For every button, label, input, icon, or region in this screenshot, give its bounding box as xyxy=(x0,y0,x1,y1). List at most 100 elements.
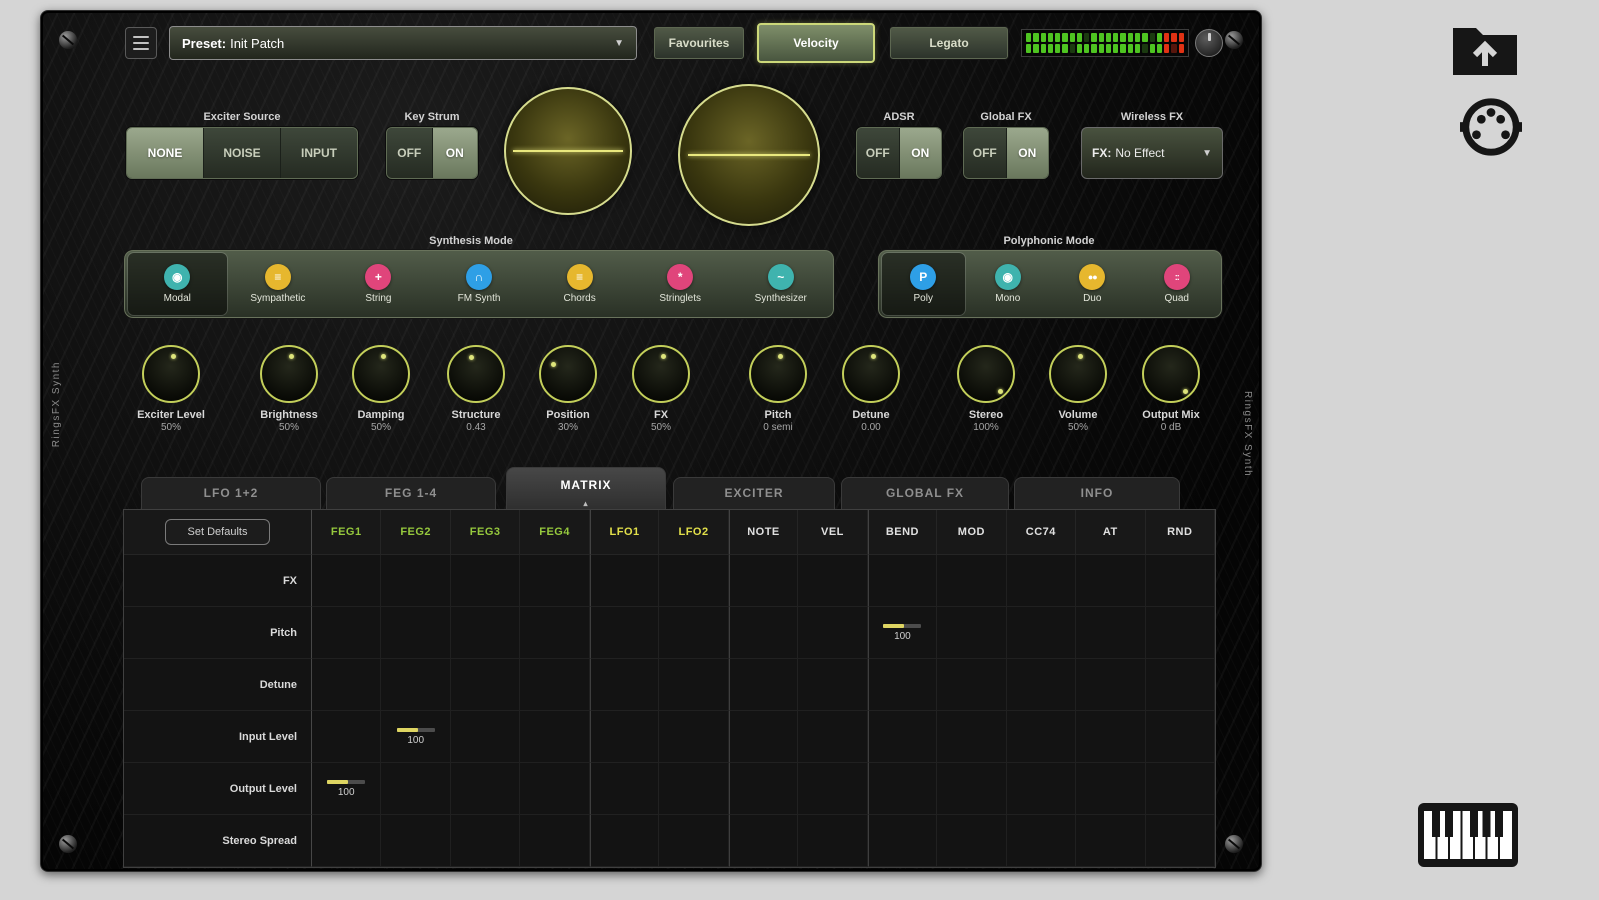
matrix-cell-pitch-feg1[interactable] xyxy=(312,607,382,659)
synthesis-mode-string[interactable]: + String xyxy=(329,253,428,315)
menu-button[interactable] xyxy=(125,27,157,59)
matrix-cell-pitch-lfo1[interactable] xyxy=(589,607,660,659)
matrix-cell-input-level-bend[interactable] xyxy=(867,711,938,763)
matrix-cell-output-level-feg2[interactable] xyxy=(381,763,451,815)
tab-lfo-1-2[interactable]: LFO 1+2 xyxy=(141,477,321,509)
matrix-cell-input-level-cc74[interactable] xyxy=(1006,711,1077,763)
matrix-cell-stereo-spread-vel[interactable] xyxy=(798,815,868,867)
knob-position[interactable]: Position 30% xyxy=(520,345,616,433)
matrix-cell-detune-lfo1[interactable] xyxy=(589,659,660,711)
matrix-cell-input-level-lfo1[interactable] xyxy=(589,711,660,763)
matrix-cell-output-level-rnd[interactable] xyxy=(1145,763,1215,815)
matrix-cell-fx-bend[interactable] xyxy=(867,555,938,607)
midi-din-icon[interactable] xyxy=(1460,96,1522,158)
matrix-cell-input-level-lfo2[interactable] xyxy=(659,711,729,763)
polyphonic-mode-mono[interactable]: ◉ Mono xyxy=(967,253,1050,315)
knob-output-mix[interactable]: Output Mix 0 dB xyxy=(1123,345,1219,433)
matrix-cell-stereo-spread-bend[interactable] xyxy=(867,815,938,867)
matrix-cell-stereo-spread-feg4[interactable] xyxy=(520,815,590,867)
matrix-cell-input-level-rnd[interactable] xyxy=(1145,711,1215,763)
matrix-cell-fx-mod[interactable] xyxy=(937,555,1007,607)
polyphonic-mode-quad[interactable]: :: Quad xyxy=(1136,253,1219,315)
matrix-cell-fx-lfo2[interactable] xyxy=(659,555,729,607)
matrix-cell-fx-feg1[interactable] xyxy=(312,555,382,607)
folder-import-icon[interactable] xyxy=(1450,20,1520,78)
master-mini-knob[interactable] xyxy=(1195,29,1223,57)
xy-pad-right[interactable] xyxy=(678,84,820,226)
matrix-cell-stereo-spread-note[interactable] xyxy=(728,815,799,867)
matrix-cell-detune-note[interactable] xyxy=(728,659,799,711)
matrix-cell-output-level-bend[interactable] xyxy=(867,763,938,815)
matrix-cell-fx-at[interactable] xyxy=(1076,555,1146,607)
matrix-cell-detune-feg2[interactable] xyxy=(381,659,451,711)
matrix-cell-detune-rnd[interactable] xyxy=(1145,659,1215,711)
velocity-button[interactable]: Velocity xyxy=(757,23,875,63)
matrix-cell-detune-feg4[interactable] xyxy=(520,659,590,711)
matrix-cell-input-level-note[interactable] xyxy=(728,711,799,763)
matrix-cell-stereo-spread-feg1[interactable] xyxy=(312,815,382,867)
knob-damping[interactable]: Damping 50% xyxy=(333,345,429,433)
matrix-cell-pitch-rnd[interactable] xyxy=(1145,607,1215,659)
adsr-option-off[interactable]: OFF xyxy=(857,128,900,178)
exciter-source-option-none[interactable]: NONE xyxy=(127,128,204,178)
tab-global-fx[interactable]: GLOBAL FX xyxy=(841,477,1009,509)
legato-button[interactable]: Legato xyxy=(889,26,1009,60)
synthesis-mode-modal[interactable]: ◉ Modal xyxy=(128,253,227,315)
matrix-cell-detune-vel[interactable] xyxy=(798,659,868,711)
synthesis-mode-sympathetic[interactable]: ≡ Sympathetic xyxy=(229,253,328,315)
matrix-cell-input-level-mod[interactable] xyxy=(937,711,1007,763)
matrix-cell-detune-bend[interactable] xyxy=(867,659,938,711)
polyphonic-mode-poly[interactable]: P Poly xyxy=(882,253,965,315)
matrix-cell-pitch-note[interactable] xyxy=(728,607,799,659)
matrix-cell-output-level-lfo2[interactable] xyxy=(659,763,729,815)
global-fx-option-off[interactable]: OFF xyxy=(964,128,1007,178)
matrix-cell-pitch-at[interactable] xyxy=(1076,607,1146,659)
matrix-cell-input-level-feg4[interactable] xyxy=(520,711,590,763)
matrix-cell-output-level-mod[interactable] xyxy=(937,763,1007,815)
tab-info[interactable]: INFO xyxy=(1014,477,1180,509)
matrix-cell-input-level-vel[interactable] xyxy=(798,711,868,763)
matrix-cell-detune-mod[interactable] xyxy=(937,659,1007,711)
matrix-cell-input-level-feg1[interactable] xyxy=(312,711,382,763)
matrix-cell-detune-feg3[interactable] xyxy=(450,659,521,711)
matrix-cell-output-level-cc74[interactable] xyxy=(1006,763,1077,815)
tab-exciter[interactable]: EXCITER xyxy=(673,477,835,509)
matrix-cell-stereo-spread-lfo2[interactable] xyxy=(659,815,729,867)
favourites-button[interactable]: Favourites xyxy=(653,26,745,60)
knob-pitch[interactable]: Pitch 0 semi xyxy=(730,345,826,433)
matrix-cell-input-level-feg3[interactable] xyxy=(450,711,521,763)
matrix-cell-input-level-at[interactable] xyxy=(1076,711,1146,763)
matrix-cell-detune-lfo2[interactable] xyxy=(659,659,729,711)
knob-exciter-level[interactable]: Exciter Level 50% xyxy=(123,345,219,433)
xy-pad-left[interactable] xyxy=(504,87,632,215)
knob-volume[interactable]: Volume 50% xyxy=(1030,345,1126,433)
tab-feg-1-4[interactable]: FEG 1-4 xyxy=(326,477,496,509)
synthesis-mode-synthesizer[interactable]: ~ Synthesizer xyxy=(731,253,830,315)
matrix-cell-output-level-feg1[interactable]: 100 xyxy=(312,763,382,815)
matrix-cell-pitch-mod[interactable] xyxy=(937,607,1007,659)
matrix-cell-stereo-spread-at[interactable] xyxy=(1076,815,1146,867)
matrix-cell-pitch-vel[interactable] xyxy=(798,607,868,659)
matrix-cell-stereo-spread-feg3[interactable] xyxy=(450,815,521,867)
knob-brightness[interactable]: Brightness 50% xyxy=(241,345,337,433)
matrix-cell-detune-at[interactable] xyxy=(1076,659,1146,711)
matrix-cell-stereo-spread-cc74[interactable] xyxy=(1006,815,1077,867)
matrix-cell-input-level-feg2[interactable]: 100 xyxy=(381,711,451,763)
matrix-cell-pitch-feg4[interactable] xyxy=(520,607,590,659)
piano-keyboard-icon[interactable] xyxy=(1418,803,1518,867)
adsr-option-on[interactable]: ON xyxy=(899,128,941,178)
matrix-cell-fx-lfo1[interactable] xyxy=(589,555,660,607)
matrix-cell-detune-cc74[interactable] xyxy=(1006,659,1077,711)
exciter-source-option-noise[interactable]: NOISE xyxy=(204,128,281,178)
knob-fx[interactable]: FX 50% xyxy=(613,345,709,433)
preset-dropdown[interactable]: Preset: Init Patch ▼ xyxy=(169,26,637,60)
matrix-cell-output-level-at[interactable] xyxy=(1076,763,1146,815)
matrix-cell-fx-vel[interactable] xyxy=(798,555,868,607)
matrix-cell-output-level-note[interactable] xyxy=(728,763,799,815)
matrix-cell-fx-rnd[interactable] xyxy=(1145,555,1215,607)
synthesis-mode-chords[interactable]: ≡ Chords xyxy=(530,253,629,315)
matrix-cell-pitch-bend[interactable]: 100 xyxy=(867,607,938,659)
matrix-cell-stereo-spread-mod[interactable] xyxy=(937,815,1007,867)
matrix-cell-output-level-lfo1[interactable] xyxy=(589,763,660,815)
matrix-cell-output-level-vel[interactable] xyxy=(798,763,868,815)
